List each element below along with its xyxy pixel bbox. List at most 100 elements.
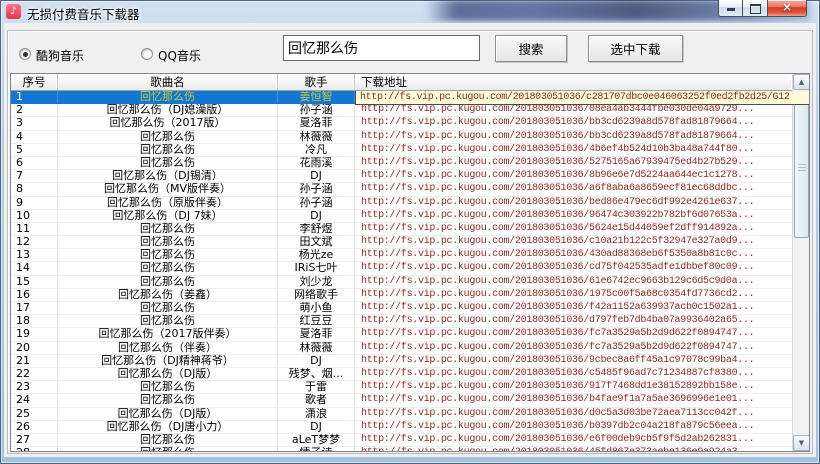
cell-url: http://fs.vip.pc.kugou.com/201803051036/…	[355, 434, 809, 446]
download-selected-button[interactable]: 选中下载	[588, 35, 683, 62]
cell-no: 26	[11, 421, 58, 433]
table-row[interactable]: 28回忆那么伤情子诗http://fs.vip.pc.kugou.com/201…	[11, 447, 809, 451]
table-row[interactable]: 17回忆那么伤萌小鱼http://fs.vip.pc.kugou.com/201…	[11, 302, 809, 315]
table-row[interactable]: 3回忆那么伤（2017版）夏洛菲http://fs.vip.pc.kugou.c…	[11, 117, 809, 130]
cell-no: 16	[11, 289, 58, 301]
cell-singer: 田文斌	[278, 236, 355, 248]
results-listview: 序号 歌曲名 歌手 下载地址 1回忆那么伤姜恒智http://fs.vip.pc…	[10, 73, 810, 452]
cell-song: 回忆那么伤	[58, 381, 278, 393]
table-row[interactable]: 5回忆那么伤冷凡http://fs.vip.pc.kugou.com/20180…	[11, 144, 809, 157]
search-button[interactable]: 搜索	[495, 35, 567, 62]
cell-song: 回忆那么伤	[58, 249, 278, 261]
cell-singer: 歌者	[278, 394, 355, 406]
column-header-singer[interactable]: 歌手	[278, 74, 355, 90]
table-row[interactable]: 12回忆那么伤田文斌http://fs.vip.pc.kugou.com/201…	[11, 236, 809, 249]
cell-singer: 夏洛菲	[278, 117, 355, 129]
cell-url: http://fs.vip.pc.kugou.com/201803051036/…	[355, 262, 809, 274]
table-row[interactable]: 2回忆那么伤（DJ媳澡版）孙子涵http://fs.vip.pc.kugou.c…	[11, 104, 809, 117]
vertical-scrollbar[interactable]: ▲ ▼	[792, 74, 809, 451]
cell-no: 3	[11, 117, 58, 129]
cell-url: http://fs.vip.pc.kugou.com/201803051036/…	[355, 394, 809, 406]
column-header-url[interactable]: 下载地址	[355, 74, 792, 90]
table-row[interactable]: 14回忆那么伤IRiS七叶http://fs.vip.pc.kugou.com/…	[11, 262, 809, 275]
cell-song: 回忆那么伤	[58, 144, 278, 156]
table-row[interactable]: 19回忆那么伤（2017版伴奏）夏洛菲http://fs.vip.pc.kugo…	[11, 328, 809, 341]
cell-singer: aLeT梦梦	[278, 434, 355, 446]
selected-url-cell[interactable]: http://fs.vip.pc.kugou.com/201803051036/…	[355, 91, 809, 105]
cell-url: http://fs.vip.pc.kugou.com/201803051036/…	[355, 236, 809, 248]
search-input[interactable]	[283, 35, 480, 61]
cell-song: 回忆那么伤（MV版伴奏）	[58, 183, 278, 195]
cell-song: 回忆那么伤	[58, 302, 278, 314]
radio-qq-music[interactable]	[141, 48, 153, 60]
table-row[interactable]: 1回忆那么伤姜恒智http://fs.vip.pc.kugou.com/2018…	[11, 91, 809, 104]
cell-song: 回忆那么伤（DJ版）	[58, 368, 278, 380]
table-row[interactable]: 10回忆那么伤（DJ 7妹）DJhttp://fs.vip.pc.kugou.c…	[11, 210, 809, 223]
title-bar[interactable]: ♪ 无损付费音乐下载器 ×	[0, 0, 820, 23]
close-button[interactable]: ×	[768, 0, 807, 17]
cell-url: http://fs.vip.pc.kugou.com/201803051036/…	[355, 170, 809, 182]
table-row[interactable]: 11回忆那么伤李舒煜http://fs.vip.pc.kugou.com/201…	[11, 223, 809, 236]
cell-no: 28	[11, 447, 58, 451]
table-row[interactable]: 13回忆那么伤杨光zehttp://fs.vip.pc.kugou.com/20…	[11, 249, 809, 262]
cell-song: 回忆那么伤（2017版）	[58, 117, 278, 129]
table-row[interactable]: 15回忆那么伤刘少龙http://fs.vip.pc.kugou.com/201…	[11, 276, 809, 289]
cell-singer: 孙子涵	[278, 104, 355, 116]
cell-url: http://fs.vip.pc.kugou.com/201803051036/…	[355, 131, 809, 143]
cell-song: 回忆那么伤	[58, 262, 278, 274]
cell-singer: 刘少龙	[278, 276, 355, 288]
cell-song: 回忆那么伤（2017版伴奏）	[58, 328, 278, 340]
cell-url: http://fs.vip.pc.kugou.com/201803051036/…	[355, 315, 809, 327]
cell-singer: 林薇薇	[278, 131, 355, 143]
table-row[interactable]: 16回忆那么伤（姜鑫）网络歌手http://fs.vip.pc.kugou.co…	[11, 289, 809, 302]
cell-no: 14	[11, 262, 58, 274]
cell-url: http://fs.vip.pc.kugou.com/201803051036/…	[355, 157, 809, 169]
table-row[interactable]: 23回忆那么伤于雷http://fs.vip.pc.kugou.com/2018…	[11, 381, 809, 394]
table-row[interactable]: 24回忆那么伤歌者http://fs.vip.pc.kugou.com/2018…	[11, 394, 809, 407]
table-row[interactable]: 22回忆那么伤（DJ版）残梦、烟...http://fs.vip.pc.kugo…	[11, 368, 809, 381]
table-row[interactable]: 6回忆那么伤花雨溪http://fs.vip.pc.kugou.com/2018…	[11, 157, 809, 170]
cell-song: 回忆那么伤（原版伴奏）	[58, 197, 278, 209]
table-header: 序号 歌曲名 歌手 下载地址	[11, 74, 792, 91]
cell-url: http://fs.vip.pc.kugou.com/201803051036/…	[355, 342, 809, 354]
radio-kugou-label[interactable]: 酷狗音乐	[36, 47, 84, 64]
cell-song: 回忆那么伤	[58, 276, 278, 288]
cell-singer: 红豆豆	[278, 315, 355, 327]
column-header-song[interactable]: 歌曲名	[58, 74, 278, 90]
table-row[interactable]: 21回忆那么伤（DJ精神蒋爷）DJhttp://fs.vip.pc.kugou.…	[11, 355, 809, 368]
scrollbar-thumb[interactable]	[794, 98, 809, 238]
table-row[interactable]: 26回忆那么伤（DJ唐小力）DJhttp://fs.vip.pc.kugou.c…	[11, 421, 809, 434]
table-row[interactable]: 20回忆那么伤（伴奏）林薇薇http://fs.vip.pc.kugou.com…	[11, 342, 809, 355]
caption-buttons: ×	[718, 0, 807, 17]
radio-kugou-music[interactable]	[19, 48, 31, 60]
cell-url: http://fs.vip.pc.kugou.com/201803051036/…	[355, 289, 809, 301]
cell-no: 17	[11, 302, 58, 314]
table-row[interactable]: 8回忆那么伤（MV版伴奏）孙子涵http://fs.vip.pc.kugou.c…	[11, 183, 809, 196]
cell-song: 回忆那么伤	[58, 236, 278, 248]
cell-song: 回忆那么伤（DJ 7妹）	[58, 210, 278, 222]
cell-url: http://fs.vip.pc.kugou.com/201803051036/…	[355, 249, 809, 261]
table-row[interactable]: 9回忆那么伤（原版伴奏）孙子涵http://fs.vip.pc.kugou.co…	[11, 197, 809, 210]
cell-url: http://fs.vip.pc.kugou.com/201803051036/…	[355, 223, 809, 235]
app-window: ♪ 无损付费音乐下载器 × 酷狗音乐 QQ音乐 搜索 选中下载 序号 歌曲名 歌…	[0, 0, 820, 464]
cell-url: http://fs.vip.pc.kugou.com/201803051036/…	[355, 210, 809, 222]
scroll-up-icon[interactable]: ▲	[793, 74, 810, 90]
cell-url: http://fs.vip.pc.kugou.com/201803051036/…	[355, 302, 809, 314]
maximize-button[interactable]	[743, 0, 768, 17]
scroll-down-icon[interactable]: ▼	[793, 435, 810, 451]
cell-no: 8	[11, 183, 58, 195]
table-row[interactable]: 27回忆那么伤aLeT梦梦http://fs.vip.pc.kugou.com/…	[11, 434, 809, 447]
cell-no: 18	[11, 315, 58, 327]
cell-url: http://fs.vip.pc.kugou.com/201803051036/…	[355, 381, 809, 393]
column-header-no[interactable]: 序号	[11, 74, 58, 90]
cell-singer: 夏洛菲	[278, 328, 355, 340]
minimize-button[interactable]	[718, 0, 743, 17]
table-row[interactable]: 4回忆那么伤林薇薇http://fs.vip.pc.kugou.com/2018…	[11, 131, 809, 144]
cell-no: 19	[11, 328, 58, 340]
cell-singer: 花雨溪	[278, 157, 355, 169]
table-row[interactable]: 7回忆那么伤（DJ锡清）DJhttp://fs.vip.pc.kugou.com…	[11, 170, 809, 183]
radio-qq-label[interactable]: QQ音乐	[158, 47, 201, 64]
table-row[interactable]: 18回忆那么伤红豆豆http://fs.vip.pc.kugou.com/201…	[11, 315, 809, 328]
cell-singer: IRiS七叶	[278, 262, 355, 274]
table-row[interactable]: 25回忆那么伤（DJ版）潇浪http://fs.vip.pc.kugou.com…	[11, 408, 809, 421]
